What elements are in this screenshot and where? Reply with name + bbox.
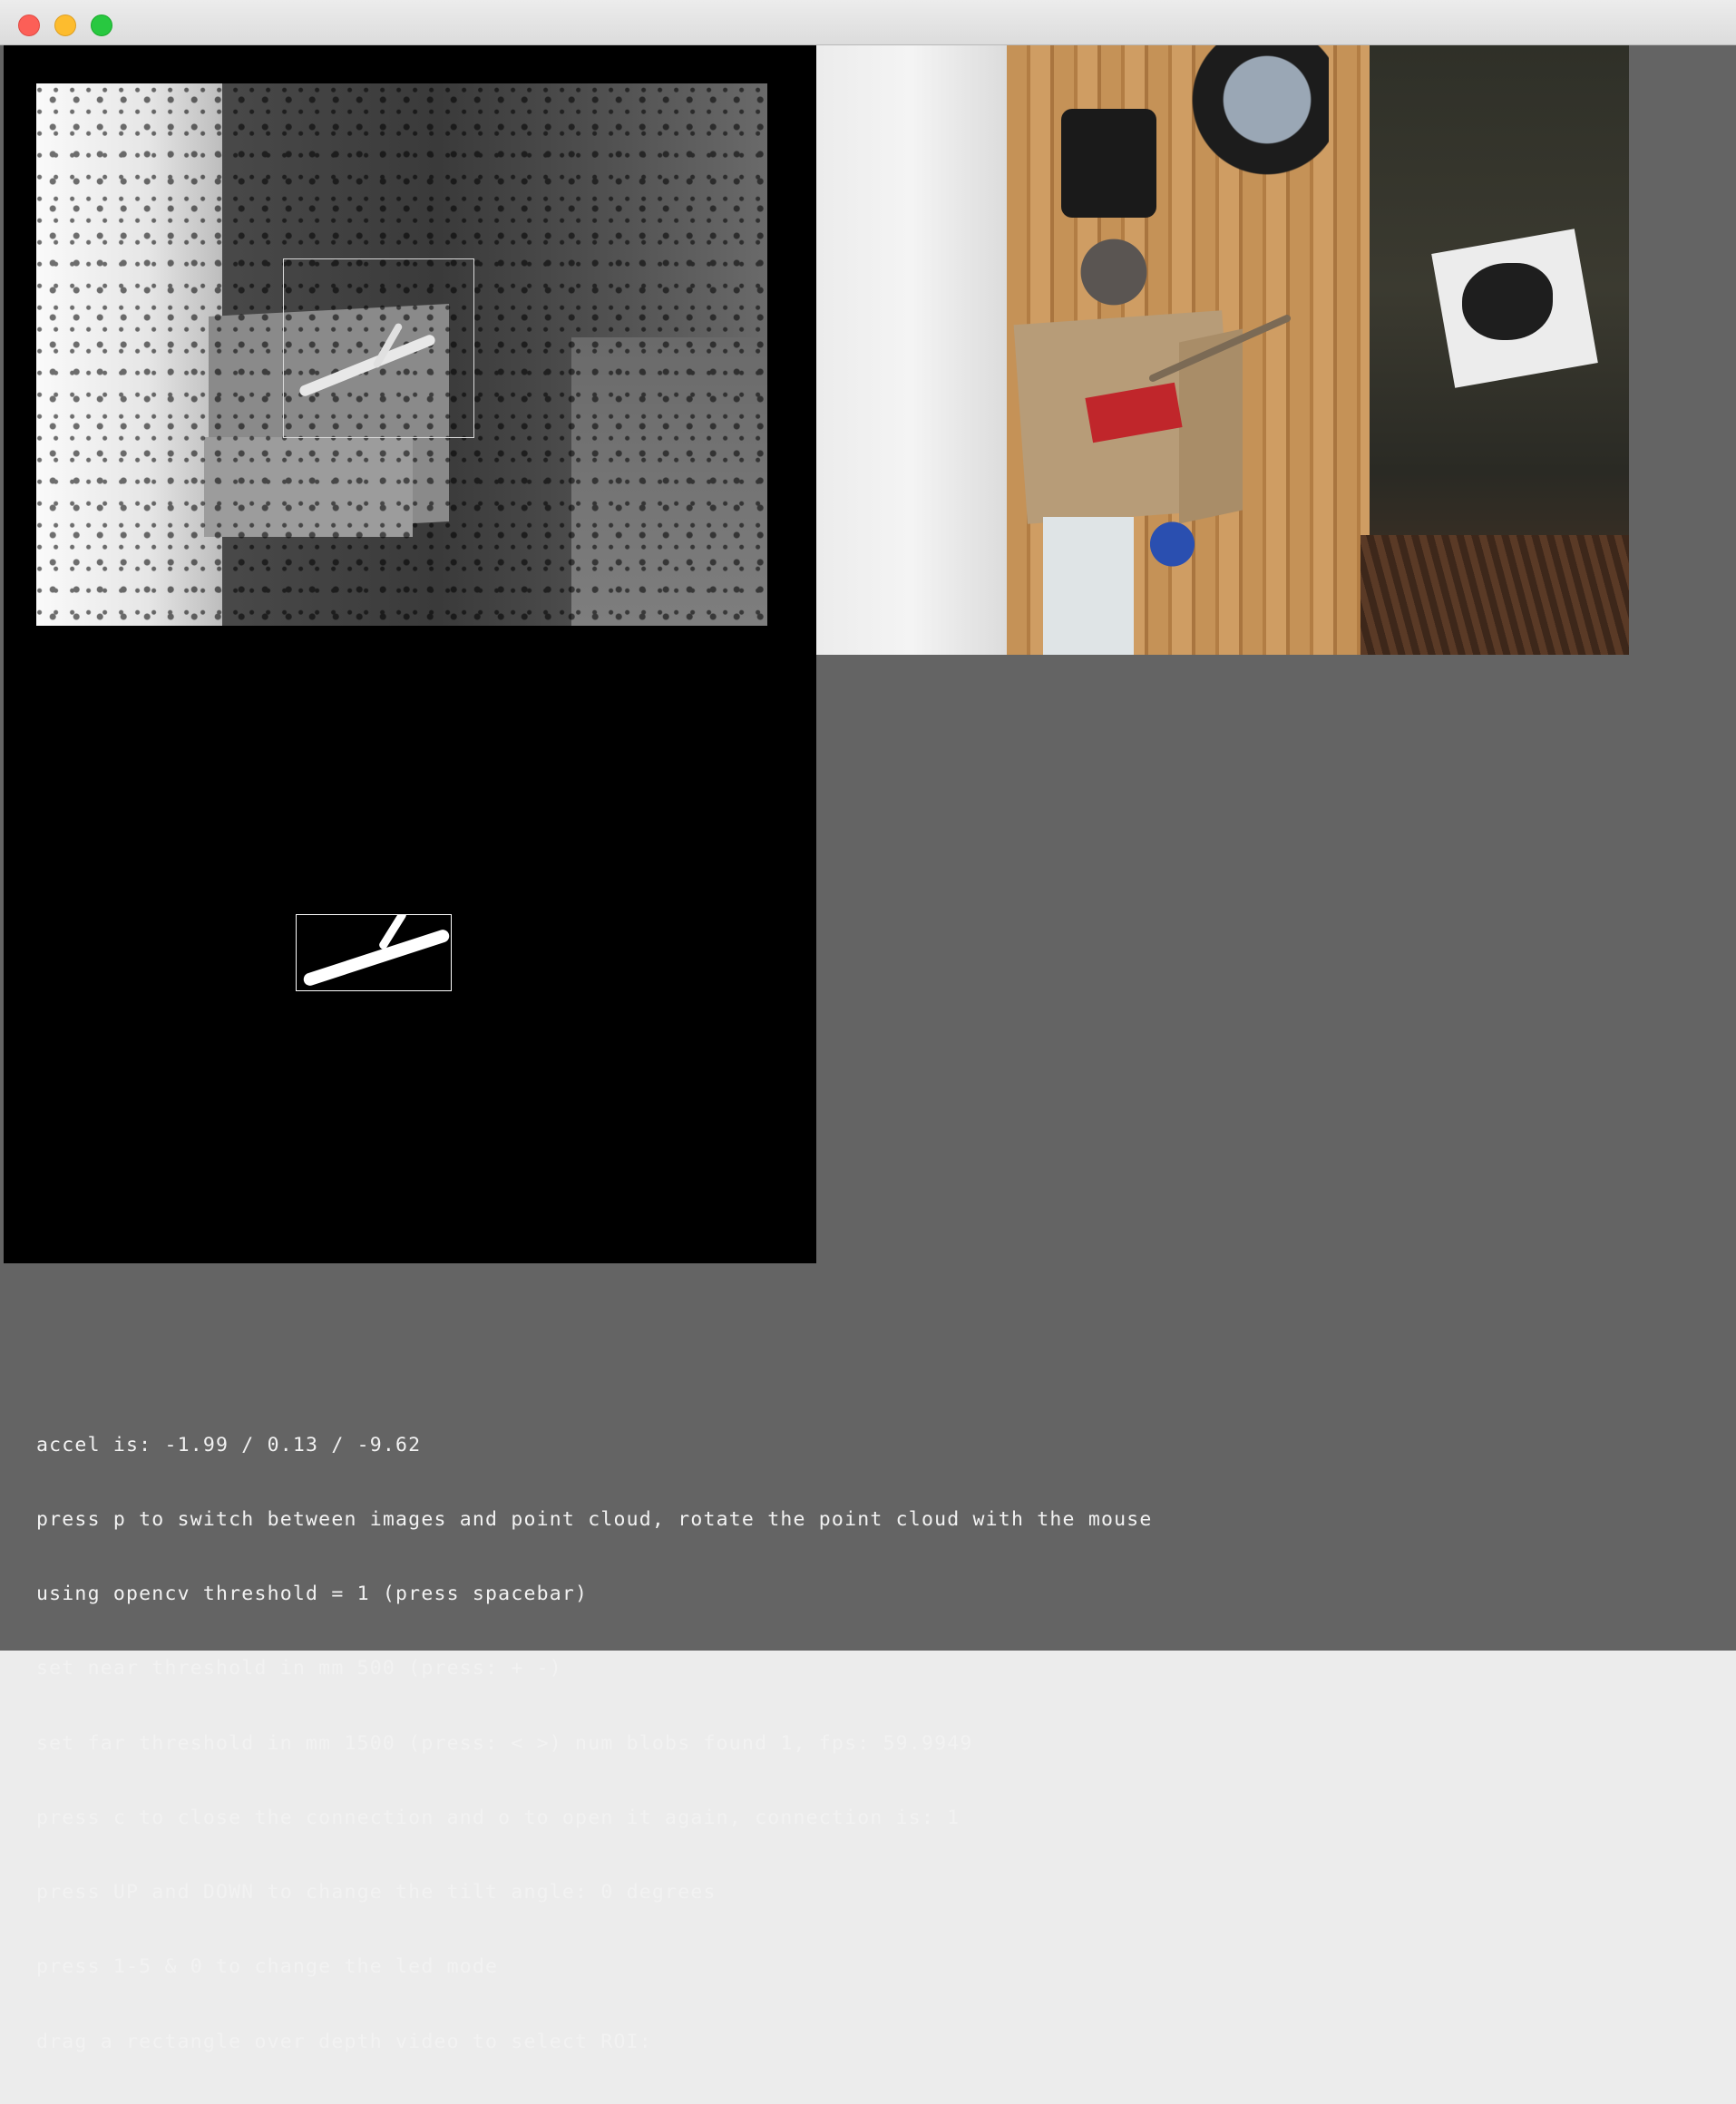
maximize-button[interactable] [91,15,112,36]
status-threshold-mode: using opencv threshold = 1 (press spaceb… [36,1583,589,1606]
status-tilt: press UP and DOWN to change the tilt ang… [36,1881,717,1904]
blob-bounding-box [296,914,452,991]
rgb-stool [1073,236,1155,308]
depth-video[interactable] [36,83,767,626]
close-button[interactable] [18,15,40,36]
rgb-trashcan [1061,109,1156,218]
blob-contour [301,928,451,988]
status-text: accel is: -1.99 / 0.13 / -9.62 press p t… [36,1383,1153,2104]
roi-rectangle[interactable] [283,258,474,438]
rgb-railing [1361,535,1629,655]
rgb-person [1175,45,1329,181]
depth-and-blob-pane[interactable] [4,45,816,1263]
status-accel: accel is: -1.99 / 0.13 / -9.62 [36,1433,422,1456]
status-led: press 1-5 & 0 to change the led mode [36,1955,499,1979]
status-roi-help: drag a rectangle over depth video to sel… [36,2030,652,2053]
app-window: accel is: -1.99 / 0.13 / -9.62 press p t… [0,0,1736,2053]
status-far-threshold: set far threshold in mm 1500 (press: < >… [36,1731,973,1755]
title-bar[interactable] [0,0,1736,45]
rgb-wall-region [816,45,1007,655]
rgb-video [816,45,1629,655]
status-connection: press c to close the connection and o to… [36,1806,961,1829]
rgb-butterfly-shape [1462,263,1553,340]
status-near-threshold: set near threshold in mm 500 (press: + -… [36,1657,562,1680]
minimize-button[interactable] [54,15,76,36]
rgb-blue-object [1143,517,1202,571]
status-point-cloud-help: press p to switch between images and poi… [36,1508,1153,1532]
rgb-storage-bins [1043,517,1134,655]
